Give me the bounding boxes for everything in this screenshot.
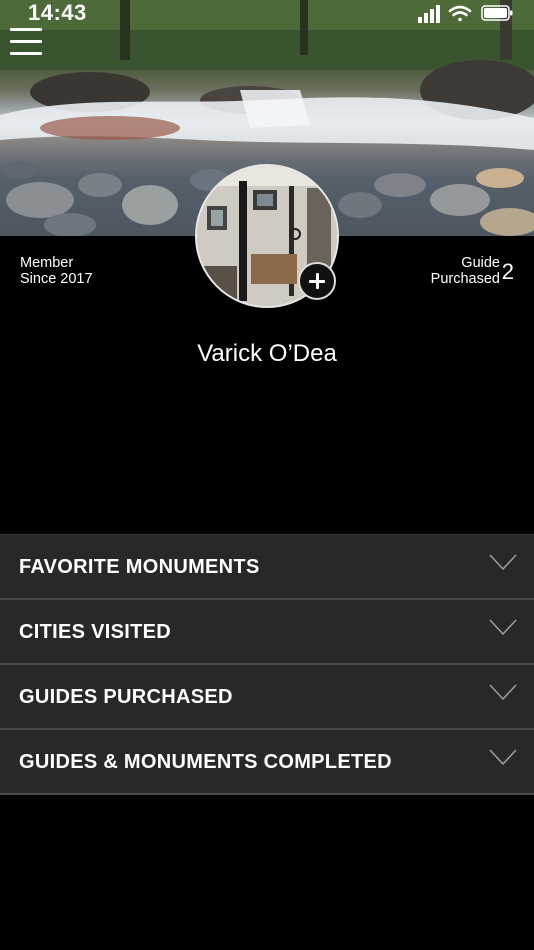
section-label: GUIDES PURCHASED — [19, 686, 233, 708]
user-name: Varick O’Dea — [197, 340, 337, 367]
chevron-down-icon — [489, 619, 517, 636]
section-favorite-monuments[interactable]: FAVORITE MONUMENTS — [0, 534, 534, 600]
section-label: GUIDES & MONUMENTS COMPLETED — [19, 751, 392, 773]
member-since: Member Since 2017 — [20, 255, 93, 287]
chevron-down-icon — [489, 749, 517, 766]
guides-purchased-stat: Guide Purchased — [431, 255, 500, 287]
section-cities-visited[interactable]: CITIES VISITED — [0, 600, 534, 665]
menu-line — [10, 40, 42, 43]
wifi-icon — [448, 5, 472, 22]
section-guides-monuments-completed[interactable]: GUIDES & MONUMENTS COMPLETED — [0, 730, 534, 795]
member-since-label: Member — [20, 255, 74, 271]
profile-sections: FAVORITE MONUMENTS CITIES VISITED GUIDES… — [0, 534, 534, 795]
section-label: CITIES VISITED — [19, 621, 172, 643]
menu-line — [10, 52, 42, 55]
member-since-year: Since 2017 — [20, 271, 93, 287]
section-label: FAVORITE MONUMENTS — [19, 556, 260, 578]
hamburger-menu-icon[interactable] — [10, 28, 42, 56]
guides-purchased-label-line2: Purchased — [430, 271, 500, 287]
menu-line — [10, 28, 42, 31]
battery-icon — [481, 5, 513, 21]
chevron-down-icon — [489, 684, 517, 701]
guides-purchased-label-line1: Guide — [461, 255, 500, 271]
add-photo-plus-icon[interactable] — [298, 262, 336, 300]
cellular-signal-icon — [418, 5, 440, 23]
guides-purchased-count: 2 — [501, 259, 514, 284]
section-guides-purchased[interactable]: GUIDES PURCHASED — [0, 665, 534, 730]
status-icons — [418, 5, 513, 23]
status-time: 14:43 — [28, 0, 87, 25]
status-bar: 14:43 — [0, 0, 534, 26]
chevron-down-icon — [489, 554, 517, 571]
